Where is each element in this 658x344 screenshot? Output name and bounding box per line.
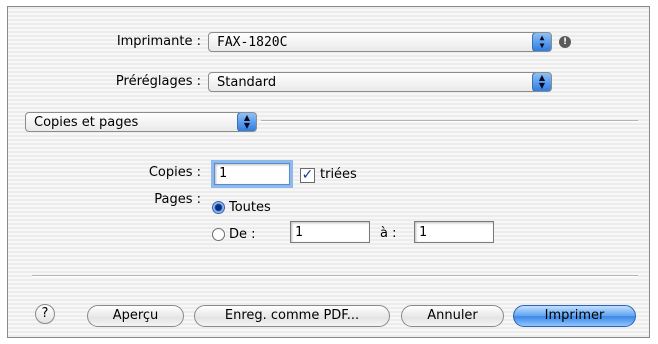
print-button[interactable]: Imprimer [513, 305, 636, 327]
presets-value: Standard [217, 75, 277, 90]
pages-to-field[interactable]: 1 [414, 221, 494, 243]
copies-label: Copies : [148, 165, 201, 180]
save-pdf-button[interactable]: Enreg. comme PDF... [194, 305, 390, 327]
cancel-button[interactable]: Annuler [401, 305, 504, 327]
presets-popup[interactable]: Standard ▲ ▼ [208, 72, 552, 92]
pages-all-radio[interactable] [212, 201, 225, 214]
preview-button[interactable]: Aperçu [87, 305, 184, 327]
collate-label: triées [320, 167, 357, 182]
copies-field[interactable]: 1 [214, 163, 290, 185]
pages-label: Pages : [154, 192, 201, 207]
exclamation-icon: ! [559, 36, 571, 48]
section-popup[interactable]: Copies et pages ▲ ▼ [25, 112, 257, 132]
printer-popup[interactable]: FAX-1820C ▲ ▼ [208, 32, 552, 52]
popup-arrows-icon: ▲ ▼ [532, 73, 551, 91]
printer-label: Imprimante : [116, 34, 201, 49]
section-separator [261, 120, 638, 122]
bottom-separator [32, 275, 638, 277]
popup-arrows-icon: ▲ ▼ [532, 33, 551, 51]
printer-value: FAX-1820C [217, 35, 288, 50]
pages-to-label: à : [380, 226, 397, 241]
section-value: Copies et pages [34, 115, 139, 130]
help-button[interactable]: ? [35, 304, 55, 324]
print-dialog: Imprimante : FAX-1820C ▲ ▼ ! Préréglages … [7, 6, 650, 338]
pages-range-radio[interactable] [212, 228, 225, 241]
pages-from-field[interactable]: 1 [290, 221, 370, 243]
popup-arrows-icon: ▲ ▼ [237, 113, 256, 131]
presets-label: Préréglages : [115, 74, 201, 89]
pages-range-label: De : [229, 227, 256, 242]
pages-all-label: Toutes [229, 200, 271, 215]
collate-checkbox[interactable]: ✓ [300, 168, 315, 183]
